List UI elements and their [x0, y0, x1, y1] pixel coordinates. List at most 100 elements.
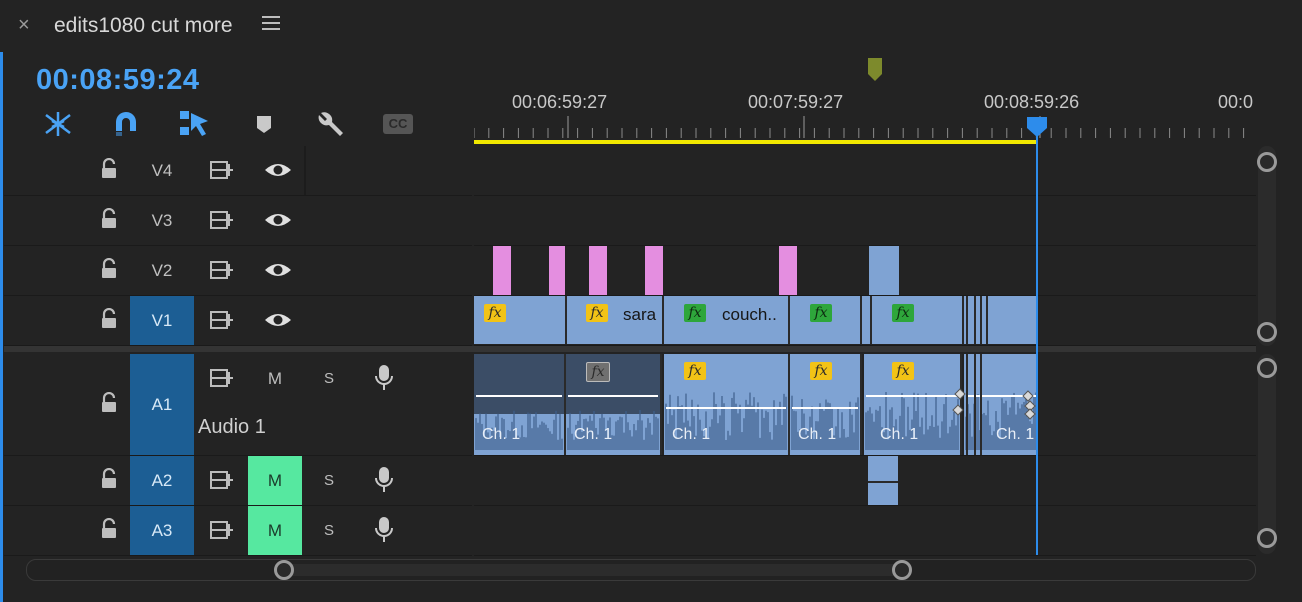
track-header-v1: V1	[4, 296, 472, 346]
sync-lock-icon[interactable]	[210, 260, 234, 285]
linked-selection-icon[interactable]	[178, 108, 210, 140]
clip-v1-couch[interactable]: fx couch..	[664, 296, 790, 344]
sync-lock-icon[interactable]	[210, 310, 234, 335]
video-vertical-scrollbar[interactable]	[1257, 146, 1277, 346]
voiceover-mic-icon[interactable]	[374, 364, 394, 397]
voiceover-mic-icon[interactable]	[374, 466, 394, 499]
scroll-handle[interactable]	[1257, 152, 1277, 172]
sync-lock-icon[interactable]	[210, 470, 234, 495]
lock-icon[interactable]	[100, 207, 118, 235]
sequence-marker[interactable]	[868, 58, 882, 87]
clip-v1[interactable]: fx	[474, 296, 567, 344]
sequence-title[interactable]: edits1080 cut more	[54, 14, 233, 38]
voiceover-mic-icon[interactable]	[374, 516, 394, 549]
clip-a2[interactable]	[868, 456, 898, 505]
scroll-handle[interactable]	[1257, 528, 1277, 548]
track-lane-a2[interactable]	[474, 456, 1256, 506]
clip-edge	[966, 354, 968, 455]
closed-captions-icon[interactable]: CC	[382, 108, 414, 140]
lock-icon[interactable]	[100, 467, 118, 495]
zoom-handle-right[interactable]	[892, 560, 912, 580]
fx-badge[interactable]: fx	[892, 304, 914, 322]
eye-visibility-icon[interactable]	[264, 161, 292, 184]
add-marker-icon[interactable]	[248, 108, 280, 140]
sync-lock-icon[interactable]	[210, 160, 234, 185]
audio-vertical-scrollbar[interactable]	[1257, 354, 1277, 554]
scroll-handle[interactable]	[1257, 358, 1277, 378]
track-lane-v3[interactable]	[474, 196, 1256, 246]
fx-badge[interactable]: fx	[586, 362, 610, 382]
clip-v2[interactable]	[588, 246, 608, 295]
fx-badge[interactable]: fx	[810, 362, 832, 380]
solo-button-a3[interactable]: S	[302, 506, 356, 555]
playhead-timecode[interactable]: 00:08:59:24	[36, 64, 200, 97]
track-name-v1[interactable]: V1	[130, 296, 194, 345]
insert-overwrite-icon[interactable]	[42, 108, 74, 140]
channel-label: Ch. 1	[482, 426, 521, 443]
eye-visibility-icon[interactable]	[264, 261, 292, 284]
track-header-v3: V3	[4, 196, 472, 246]
solo-button-a1[interactable]: S	[302, 354, 356, 404]
fx-badge[interactable]: fx	[586, 304, 608, 322]
sync-lock-icon[interactable]	[210, 520, 234, 545]
work-area-bar[interactable]	[474, 140, 1038, 144]
track-lane-a3[interactable]	[474, 506, 1256, 556]
clip-name: couch..	[722, 305, 777, 324]
lock-icon[interactable]	[100, 157, 118, 185]
ruler-label: 00:08:59:26	[984, 92, 1080, 112]
mute-button-a3[interactable]: M	[248, 506, 302, 555]
clip-v1[interactable]	[862, 296, 872, 344]
playhead-line[interactable]	[1036, 134, 1038, 555]
wrench-settings-icon[interactable]	[314, 108, 346, 140]
panel-menu-icon[interactable]	[262, 16, 280, 30]
channel-label: Ch. 1	[880, 426, 919, 443]
track-header-a2: A2 M S	[4, 456, 472, 506]
lock-icon[interactable]	[100, 307, 118, 335]
video-audio-divider[interactable]	[4, 346, 1256, 352]
playhead-handle[interactable]	[1026, 116, 1048, 143]
track-name-a3[interactable]: A3	[130, 506, 194, 555]
eye-visibility-icon[interactable]	[264, 311, 292, 334]
track-lane-v4[interactable]	[474, 146, 1256, 196]
lock-icon[interactable]	[100, 517, 118, 545]
clip-v2[interactable]	[644, 246, 664, 295]
zoom-handle-left[interactable]	[274, 560, 294, 580]
eye-visibility-icon[interactable]	[264, 211, 292, 234]
track-title-a1[interactable]: Audio 1	[198, 416, 266, 439]
clip-v2[interactable]	[548, 246, 566, 295]
fx-badge[interactable]: fx	[892, 362, 914, 380]
track-name-v4[interactable]: V4	[130, 146, 194, 195]
mute-button-a1[interactable]: M	[248, 354, 302, 404]
snap-magnet-icon[interactable]	[110, 108, 142, 140]
a1-audio-clips[interactable]: fx fx fx fx Ch. 1 Ch. 1 Ch. 1 Ch. 1 Ch. …	[474, 354, 1038, 455]
zoom-scroll-thumb[interactable]	[284, 564, 902, 576]
track-name-a1[interactable]: A1	[130, 354, 194, 455]
fx-badge[interactable]: fx	[684, 362, 706, 380]
channel-label: Ch. 1	[996, 426, 1035, 443]
clip-v1[interactable]: fx	[872, 296, 964, 344]
clip-v2-blue[interactable]	[868, 246, 900, 295]
clip-v1-group[interactable]	[964, 296, 1038, 344]
solo-button-a2[interactable]: S	[302, 456, 356, 505]
ruler-label: 00:0	[1218, 92, 1254, 112]
clip-v1-sara[interactable]: fx sara	[567, 296, 664, 344]
track-name-a2[interactable]: A2	[130, 456, 194, 505]
sync-lock-icon[interactable]	[210, 368, 234, 393]
track-name-v2[interactable]: V2	[130, 246, 194, 295]
track-name-v3[interactable]: V3	[130, 196, 194, 245]
close-sequence-icon[interactable]: ×	[18, 14, 30, 37]
channel-label: Ch. 1	[798, 426, 837, 443]
track-header-v2: V2	[4, 246, 472, 296]
fx-badge[interactable]: fx	[810, 304, 832, 322]
lock-icon[interactable]	[100, 257, 118, 285]
lock-icon[interactable]	[100, 391, 118, 419]
clip-v1[interactable]: fx	[790, 296, 862, 344]
scroll-handle[interactable]	[1257, 322, 1277, 342]
fx-badge[interactable]: fx	[684, 304, 706, 322]
clip-v2[interactable]	[492, 246, 512, 295]
clip-v2[interactable]	[778, 246, 798, 295]
channel-label: Ch. 1	[574, 426, 613, 443]
mute-button-a2[interactable]: M	[248, 456, 302, 505]
sync-lock-icon[interactable]	[210, 210, 234, 235]
fx-badge[interactable]: fx	[484, 304, 506, 322]
